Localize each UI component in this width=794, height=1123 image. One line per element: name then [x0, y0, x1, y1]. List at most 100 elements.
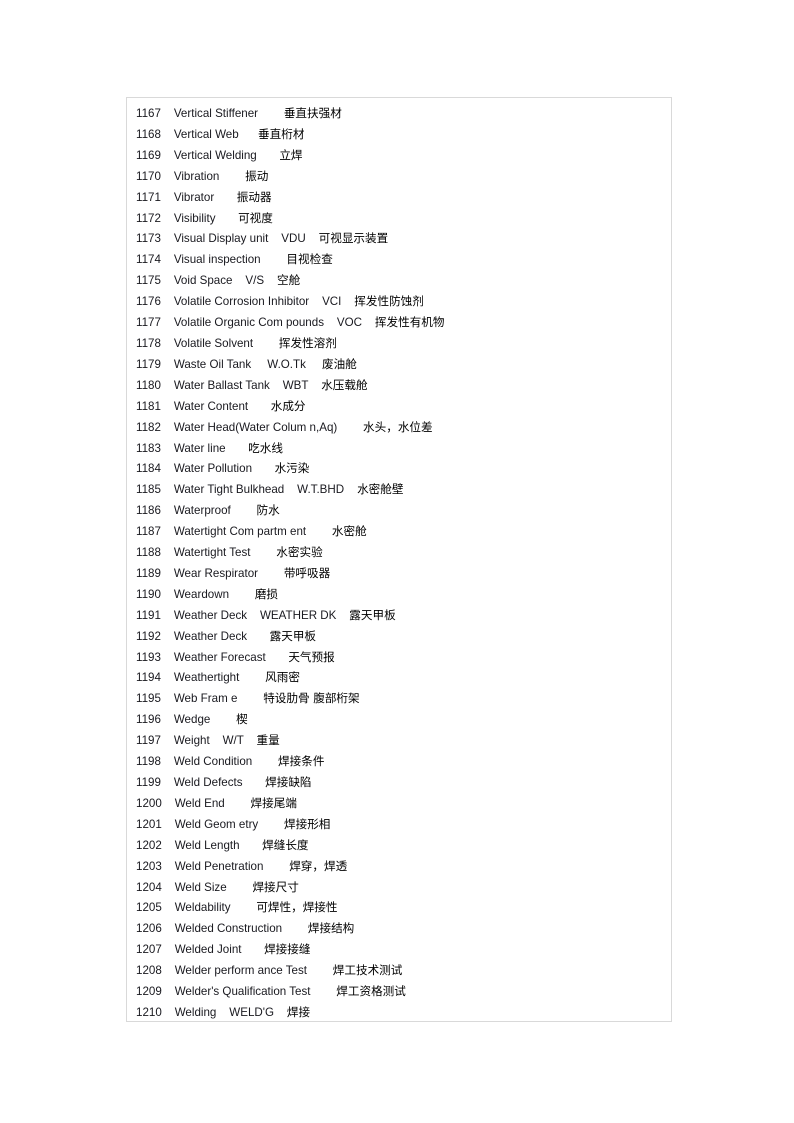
- entry-number: 1173: [136, 232, 161, 246]
- entry-english-term: Weld Size: [174, 880, 227, 894]
- entry-number: 1193: [136, 650, 161, 664]
- entry-english-term: Weather Forecast: [173, 650, 266, 664]
- entry-gap-one: [261, 253, 287, 266]
- entry-gap-one: [210, 734, 223, 747]
- glossary-entry-row: 1189 Wear Respirator 带呼吸器: [127, 563, 671, 584]
- glossary-entry-row: 1191 Weather Deck WEATHER DK 露天甲板: [127, 605, 671, 626]
- glossary-entry-row: 1194 Weathertight 风雨密: [127, 667, 671, 688]
- entry-chinese-translation: 水污染: [274, 461, 310, 476]
- entry-number: 1185: [136, 483, 161, 497]
- glossary-entry-row: 1171 Vibrator 振动器: [127, 187, 671, 208]
- entry-english-term: Waste Oil Tank: [173, 357, 252, 371]
- glossary-entry-row: 1172 Visibility 可视度: [127, 208, 671, 229]
- glossary-entry-row: 1179 Waste Oil Tank W.O.Tk 废油舱: [127, 354, 671, 375]
- entry-number: 1204: [136, 880, 162, 894]
- entry-abbreviation: V/S: [245, 274, 265, 288]
- glossary-entry-list: 1167 Vertical Stiffener 垂直扶强材 1168 Vertic…: [127, 98, 671, 1023]
- entry-gap-one: [231, 504, 257, 517]
- glossary-entry-row: 1188 Watertight Test 水密实验: [127, 542, 671, 563]
- entry-chinese-translation: 水头，水位差: [363, 419, 433, 434]
- entry-english-term: Water Content: [173, 399, 249, 413]
- entry-english-term: Volatile Solvent: [173, 336, 254, 350]
- entry-chinese-translation: 特设肋骨 腹部桁架: [263, 691, 360, 706]
- entry-gap-one: [257, 149, 280, 162]
- entry-number: 1176: [136, 295, 161, 309]
- entry-chinese-translation: 楔: [236, 712, 248, 727]
- entry-english-term: Welding: [174, 1005, 217, 1019]
- entry-english-term: Water line: [173, 441, 226, 455]
- entry-chinese-translation: 焊接接缝: [264, 942, 311, 957]
- entry-chinese-translation: 露天甲板: [349, 607, 396, 622]
- entry-gap-two: [306, 232, 319, 245]
- entry-english-term: Vibrator: [173, 190, 215, 204]
- entry-abbreviation: VCI: [322, 295, 342, 309]
- glossary-entry-row: 1198 Weld Condition 焊接条件: [127, 751, 671, 772]
- entry-gap-one: [251, 546, 277, 559]
- entry-chinese-translation: 空舱: [276, 273, 301, 288]
- glossary-entry-row: 1200 Weld End 焊接尾端: [127, 793, 671, 814]
- entry-abbreviation: W.O.Tk: [267, 357, 306, 371]
- entry-english-term: Visual inspection: [173, 253, 261, 267]
- glossary-entry-row: 1203 Weld Penetration 焊穿，焊透: [127, 856, 671, 877]
- glossary-entry-row: 1178 Volatile Solvent 挥发性溶剂: [127, 333, 671, 354]
- entry-gap-two: [362, 316, 375, 329]
- entry-number: 1179: [136, 357, 161, 371]
- glossary-entry-row: 1204 Weld Size 焊接尺寸: [127, 877, 671, 898]
- glossary-content-frame: 1167 Vertical Stiffener 垂直扶强材 1168 Vertic…: [126, 97, 672, 1022]
- entry-chinese-translation: 吃水线: [248, 440, 283, 455]
- glossary-entry-row: 1195 Web Fram e 特设肋骨 腹部桁架: [127, 688, 671, 709]
- entry-gap-one: [239, 671, 265, 684]
- entry-english-term: Welder's Qualification Test: [174, 985, 311, 999]
- entry-number: 1188: [136, 546, 161, 560]
- entry-english-term: Wear Respirator: [173, 566, 259, 580]
- entry-number: 1174: [136, 253, 161, 267]
- entry-gap-one: [284, 483, 297, 496]
- entry-gap-two: [336, 609, 349, 622]
- entry-chinese-translation: 废油舱: [322, 356, 357, 371]
- glossary-entry-row: 1190 Weardown 磨损: [127, 584, 671, 605]
- entry-chinese-translation: 焊接尾端: [250, 795, 297, 810]
- entry-gap-one: [216, 212, 239, 225]
- entry-chinese-translation: 挥发性有机物: [374, 315, 445, 330]
- glossary-entry-row: 1207 Welded Joint 焊接接缝: [127, 939, 671, 960]
- entry-english-term: Weld Defects: [173, 776, 243, 789]
- entry-gap-one: [268, 232, 281, 245]
- entry-gap-one: [231, 901, 257, 914]
- entry-number: 1186: [136, 504, 161, 518]
- entry-number: 1184: [136, 462, 161, 476]
- entry-chinese-translation: 焊接条件: [278, 754, 325, 769]
- entry-chinese-translation: 可视度: [238, 210, 273, 225]
- entry-number: 1171: [136, 190, 161, 204]
- entry-english-term: Weld Condition: [173, 755, 253, 769]
- entry-gap-one: [307, 964, 333, 977]
- entry-number: 1205: [136, 901, 162, 915]
- document-page: 1167 Vertical Stiffener 垂直扶强材 1168 Vertic…: [0, 0, 794, 1123]
- entry-number: 1196: [136, 713, 161, 727]
- entry-gap-one: [252, 462, 275, 475]
- entry-abbreviation: VDU: [281, 232, 306, 246]
- entry-number: 1180: [136, 378, 161, 392]
- entry-chinese-translation: 重量: [256, 733, 280, 748]
- entry-gap-one: [219, 170, 245, 183]
- entry-gap-one: [337, 421, 363, 434]
- entry-gap-one: [263, 860, 289, 873]
- entry-gap-one: [239, 128, 258, 141]
- entry-number: 1202: [136, 838, 162, 852]
- entry-number: 1201: [136, 817, 162, 831]
- entry-abbreviation: WBT: [282, 378, 309, 392]
- entry-number: 1183: [136, 441, 161, 455]
- entry-english-term: Weld Penetration: [174, 859, 264, 873]
- entry-number: 1199: [136, 776, 161, 789]
- glossary-entry-row: 1181 Water Content 水成分: [127, 396, 671, 417]
- entry-number: 1209: [136, 985, 162, 999]
- entry-gap-one: [214, 191, 237, 204]
- glossary-entry-row: 1209 Welder's Qualification Test 焊工资格测试: [127, 981, 671, 1002]
- entry-number: 1195: [136, 692, 161, 706]
- entry-gap-one: [258, 107, 284, 120]
- entry-number: 1189: [136, 566, 161, 580]
- entry-english-term: Weld End: [174, 796, 225, 810]
- entry-abbreviation: WELD'G: [229, 1005, 274, 1019]
- entry-english-term: Welded Construction: [174, 922, 283, 936]
- glossary-entry-row: 1184 Water Pollution 水污染: [127, 458, 671, 479]
- entry-gap-two: [274, 1006, 287, 1019]
